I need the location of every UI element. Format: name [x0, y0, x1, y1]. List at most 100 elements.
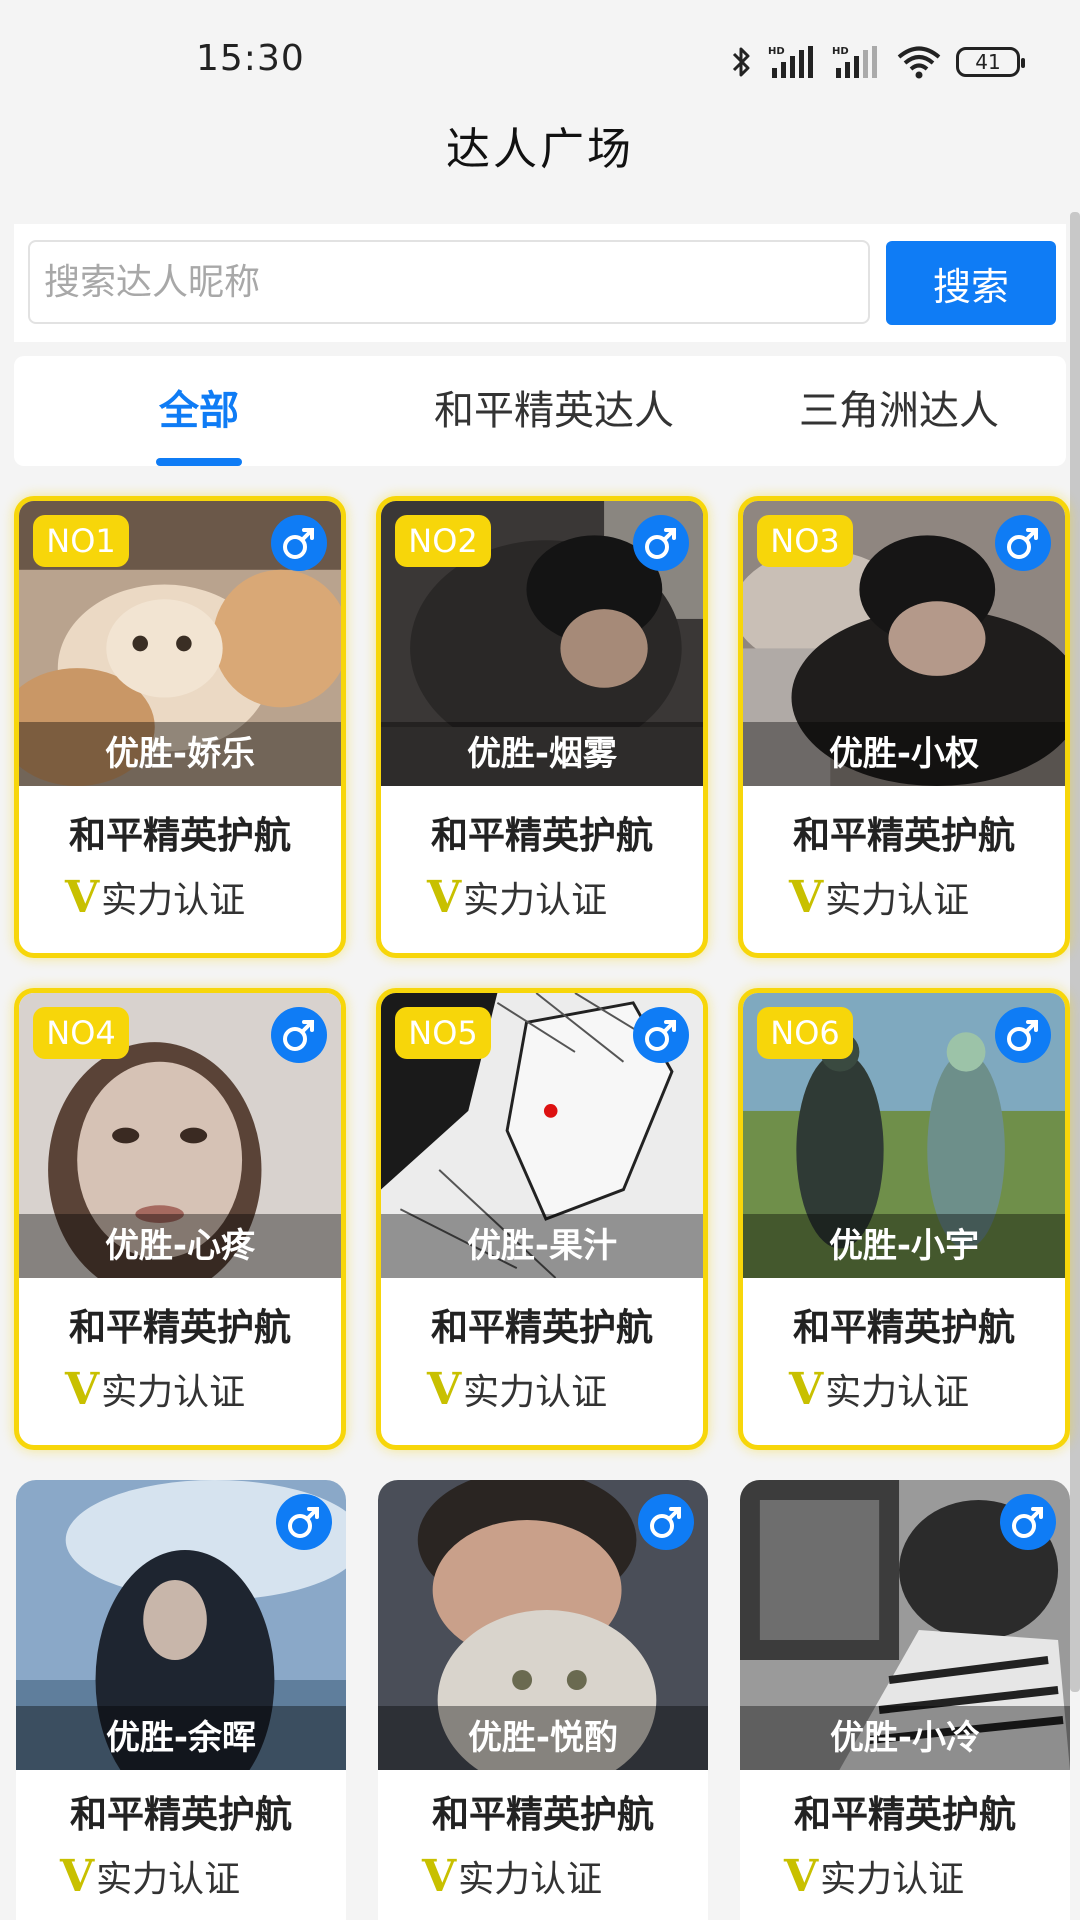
- certification: V 实力认证: [784, 1850, 964, 1902]
- game-label: 和平精英护航: [793, 814, 1015, 857]
- certification: V 实力认证: [427, 871, 607, 923]
- talent-card[interactable]: 优胜-悦酌 和平精英护航 V 实力认证: [378, 1480, 708, 1920]
- rank-badge: NO2: [395, 515, 491, 567]
- talent-name: 优胜-果汁: [381, 1214, 703, 1278]
- talent-name: 优胜-悦酌: [378, 1706, 708, 1770]
- certification: V 实力认证: [422, 1850, 602, 1902]
- game-label: 和平精英护航: [793, 1306, 1015, 1349]
- certification-label: 实力认证: [458, 1859, 603, 1900]
- male-icon: [276, 1494, 332, 1550]
- verified-v-icon: V: [784, 1850, 819, 1902]
- battery-icon: 41: [956, 47, 1025, 77]
- status-icons: HD HD 41: [730, 40, 1025, 84]
- talent-photo: 优胜-小冷: [740, 1480, 1070, 1770]
- tab-delta[interactable]: 三角洲达人: [774, 356, 1024, 466]
- certification: V 实力认证: [427, 1363, 607, 1415]
- wifi-icon: [896, 44, 942, 80]
- certification: V 实力认证: [789, 871, 969, 923]
- male-icon: [638, 1494, 694, 1550]
- tab-peace-elite[interactable]: 和平精英达人: [414, 356, 694, 466]
- male-icon: [633, 1007, 689, 1063]
- verified-v-icon: V: [789, 871, 824, 923]
- certification-label: 实力认证: [825, 880, 970, 921]
- talent-name: 优胜-余晖: [16, 1706, 346, 1770]
- rank-badge: NO5: [395, 1007, 491, 1059]
- rank-badge: NO4: [33, 1007, 129, 1059]
- male-icon: [995, 1007, 1051, 1063]
- certification-label: 实力认证: [825, 1372, 970, 1413]
- certification-label: 实力认证: [463, 880, 608, 921]
- game-label: 和平精英护航: [432, 1793, 654, 1836]
- tab-all[interactable]: 全部: [124, 356, 274, 466]
- talent-card[interactable]: 优胜-娇乐 NO1 和平精英护航 V 实力认证: [14, 496, 346, 958]
- game-label: 和平精英护航: [431, 814, 653, 857]
- game-label: 和平精英护航: [69, 814, 291, 857]
- search-input[interactable]: [28, 240, 870, 324]
- svg-text:HD: HD: [768, 46, 785, 57]
- talent-card[interactable]: 优胜-小宇 NO6 和平精英护航 V 实力认证: [738, 988, 1070, 1450]
- bluetooth-icon: [730, 44, 754, 80]
- talent-photo: 优胜-小权 NO3: [743, 501, 1065, 786]
- page-title: 达人广场: [0, 120, 1080, 182]
- svg-text:HD: HD: [832, 46, 849, 57]
- rank-badge: NO6: [757, 1007, 853, 1059]
- talent-name: 优胜-小权: [743, 722, 1065, 786]
- status-time: 15:30: [196, 38, 305, 79]
- verified-v-icon: V: [427, 871, 462, 923]
- talent-name: 优胜-小宇: [743, 1214, 1065, 1278]
- verified-v-icon: V: [789, 1363, 824, 1415]
- talent-photo: 优胜-果汁 NO5: [381, 993, 703, 1278]
- verified-v-icon: V: [65, 871, 100, 923]
- certification-label: 实力认证: [101, 1372, 246, 1413]
- rank-badge: NO3: [757, 515, 853, 567]
- certification: V 实力认证: [60, 1850, 240, 1902]
- male-icon: [633, 515, 689, 571]
- game-label: 和平精英护航: [69, 1306, 291, 1349]
- talent-photo: 优胜-悦酌: [378, 1480, 708, 1770]
- male-icon: [1000, 1494, 1056, 1550]
- status-bar: 15:30 HD HD 41: [0, 0, 1080, 120]
- talent-card[interactable]: 优胜-烟雾 NO2 和平精英护航 V 实力认证: [376, 496, 708, 958]
- tab-active-indicator: [156, 458, 242, 466]
- talent-card[interactable]: 优胜-果汁 NO5 和平精英护航 V 实力认证: [376, 988, 708, 1450]
- talent-card[interactable]: 优胜-小冷 和平精英护航 V 实力认证: [740, 1480, 1070, 1920]
- talent-name: 优胜-小冷: [740, 1706, 1070, 1770]
- talent-photo: 优胜-心疼 NO4: [19, 993, 341, 1278]
- talent-name: 优胜-烟雾: [381, 722, 703, 786]
- verified-v-icon: V: [65, 1363, 100, 1415]
- certification-label: 实力认证: [101, 880, 246, 921]
- talent-photo: 优胜-烟雾 NO2: [381, 501, 703, 786]
- male-icon: [995, 515, 1051, 571]
- male-icon: [271, 1007, 327, 1063]
- verified-v-icon: V: [427, 1363, 462, 1415]
- certification: V 实力认证: [65, 871, 245, 923]
- signal-hd-icon: HD: [768, 44, 818, 80]
- game-label: 和平精英护航: [431, 1306, 653, 1349]
- page-title-text: 达人广场: [446, 124, 634, 175]
- certification-label: 实力认证: [96, 1859, 241, 1900]
- search-bar: 搜索: [14, 224, 1066, 342]
- talent-name: 优胜-娇乐: [19, 722, 341, 786]
- talent-card[interactable]: 优胜-心疼 NO4 和平精英护航 V 实力认证: [14, 988, 346, 1450]
- talent-photo: 优胜-余晖: [16, 1480, 346, 1770]
- signal-hd-icon: HD: [832, 44, 882, 80]
- certification-label: 实力认证: [463, 1372, 608, 1413]
- talent-photo: 优胜-娇乐 NO1: [19, 501, 341, 786]
- screen: 15:30 HD HD 41 达人广场 搜索 全部 和平精英达人: [0, 0, 1080, 1920]
- talent-photo: 优胜-小宇 NO6: [743, 993, 1065, 1278]
- scrollbar[interactable]: [1070, 212, 1080, 1692]
- male-icon: [271, 515, 327, 571]
- verified-v-icon: V: [422, 1850, 457, 1902]
- talent-card[interactable]: 优胜-小权 NO3 和平精英护航 V 实力认证: [738, 496, 1070, 958]
- talent-card[interactable]: 优胜-余晖 和平精英护航 V 实力认证: [16, 1480, 346, 1920]
- talent-name: 优胜-心疼: [19, 1214, 341, 1278]
- certification: V 实力认证: [789, 1363, 969, 1415]
- game-label: 和平精英护航: [794, 1793, 1016, 1836]
- search-button[interactable]: 搜索: [886, 241, 1056, 325]
- game-label: 和平精英护航: [70, 1793, 292, 1836]
- tab-bar: 全部 和平精英达人 三角洲达人: [14, 356, 1066, 466]
- certification: V 实力认证: [65, 1363, 245, 1415]
- certification-label: 实力认证: [820, 1859, 965, 1900]
- verified-v-icon: V: [60, 1850, 95, 1902]
- rank-badge: NO1: [33, 515, 129, 567]
